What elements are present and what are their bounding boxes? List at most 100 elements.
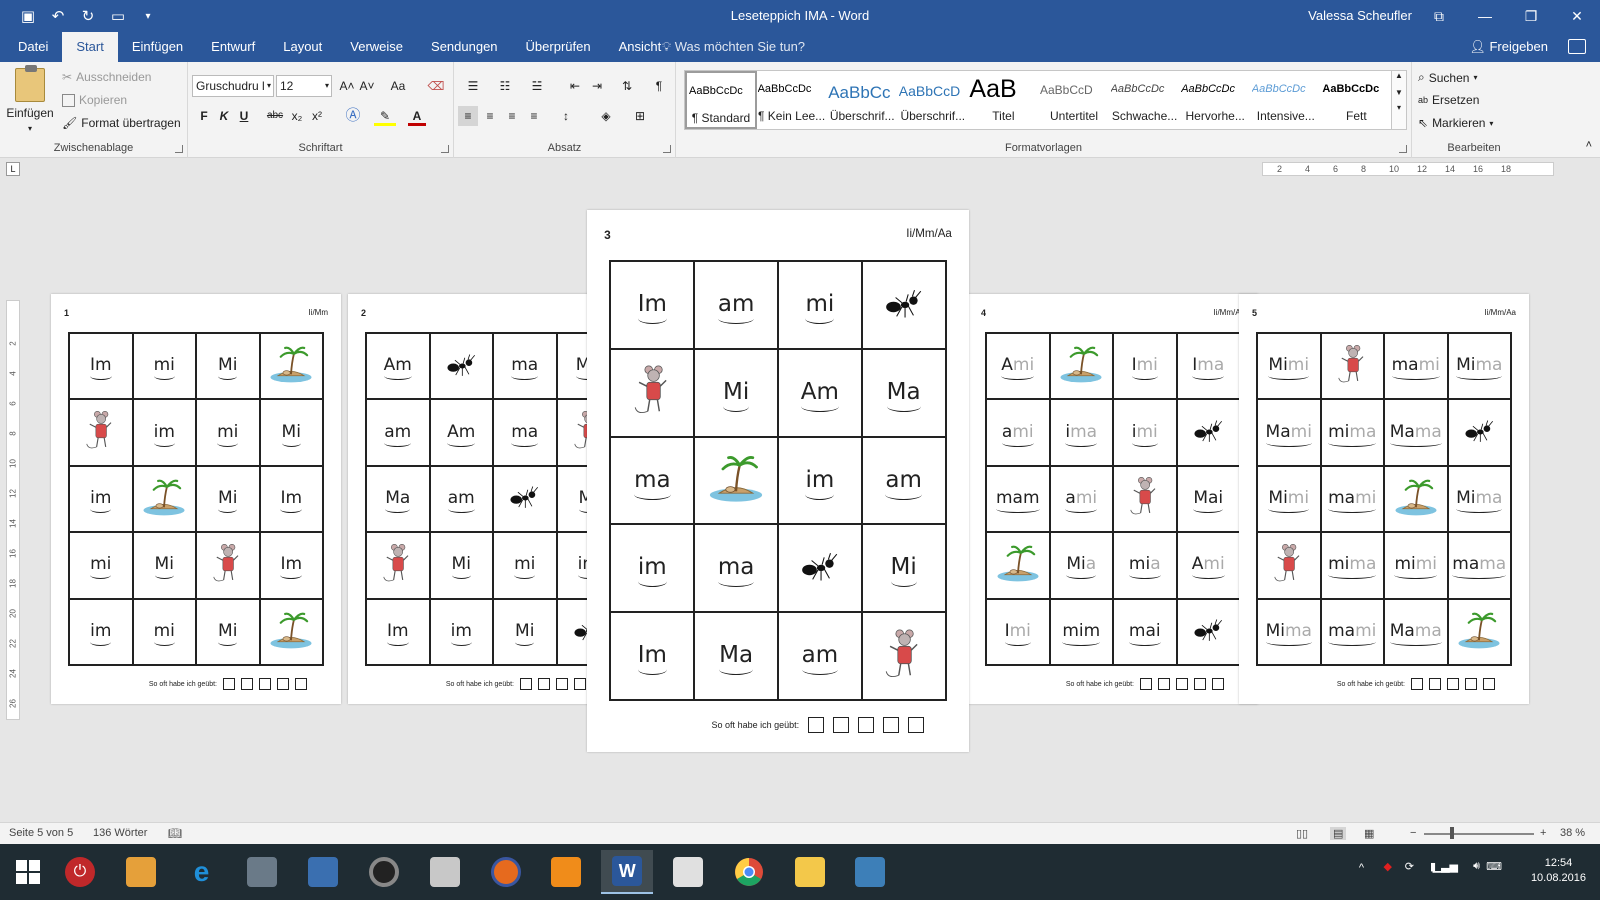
pilcrow-icon[interactable]: ¶	[650, 76, 668, 96]
taskbar-app-paint[interactable]	[419, 850, 471, 894]
copy-button[interactable]: Kopieren	[62, 93, 127, 107]
tab-datei[interactable]: Datei	[4, 32, 62, 62]
ribbon-display-options-icon[interactable]: ⧉	[1416, 0, 1462, 32]
zoom-slider[interactable]	[1424, 833, 1534, 835]
tell-me-search[interactable]: 💡︎ Was möchten Sie tun?	[662, 32, 805, 62]
page-count[interactable]: Seite 5 von 5	[9, 827, 73, 839]
zoom-thumb[interactable]	[1450, 827, 1454, 839]
replace-button[interactable]: ab Ersetzen	[1418, 93, 1479, 107]
align-right-icon[interactable]: ≡	[502, 106, 522, 126]
clear-formatting-icon[interactable]: ⌫	[426, 76, 446, 96]
line-spacing-icon[interactable]: ↕	[554, 106, 578, 126]
grow-font-button[interactable]: A˄	[338, 76, 356, 96]
select-button[interactable]: ⇖ Markieren ▾	[1418, 116, 1493, 130]
taskbar-app-doc-scanner[interactable]	[236, 850, 288, 894]
shading-icon[interactable]: ◈	[594, 106, 618, 126]
font-color-button[interactable]: A	[408, 106, 426, 126]
justify-icon[interactable]: ≡	[524, 106, 544, 126]
taskbar-app-power[interactable]: ⏻	[54, 850, 106, 894]
style-item[interactable]: AaBbCc Überschrif...	[826, 71, 898, 129]
taskbar-app-internet-explorer[interactable]: e	[176, 850, 228, 894]
tab-einfügen[interactable]: Einfügen	[118, 32, 197, 62]
chevron-up-icon[interactable]: ▲	[1392, 71, 1406, 80]
font-size-select[interactable]: 12 ▾	[276, 75, 332, 97]
taskbar-app-calculator[interactable]	[297, 850, 349, 894]
tab-layout[interactable]: Layout	[269, 32, 336, 62]
close-button[interactable]: ✕	[1554, 0, 1600, 32]
taskbar-app-acrobat[interactable]	[662, 850, 714, 894]
italic-button[interactable]: K	[216, 106, 232, 126]
tab-selector[interactable]: L	[6, 162, 20, 176]
text-effects-icon[interactable]: Ⓐ	[342, 106, 364, 126]
taskbar-app-firefox[interactable]	[480, 850, 532, 894]
tab-sendungen[interactable]: Sendungen	[417, 32, 512, 62]
word-count[interactable]: 136 Wörter	[93, 827, 147, 839]
taskbar-app-mail[interactable]	[540, 850, 592, 894]
tab-verweise[interactable]: Verweise	[336, 32, 417, 62]
more-styles-icon[interactable]: ▾	[1392, 103, 1406, 112]
document-page[interactable]: 5 Ii/Mm/Aa Mimi mami Mima Mami mima Mama Mimi mam…	[1239, 294, 1529, 704]
taskbar-app-word[interactable]: W	[601, 850, 654, 894]
gallery-scroll[interactable]: ▲ ▼ ▾	[1391, 70, 1407, 130]
taskbar-app-file-explorer[interactable]	[784, 850, 836, 894]
proofing-icon[interactable]: 📖︎	[168, 827, 182, 840]
sync-tray-icon[interactable]: ⟳	[1405, 860, 1414, 873]
borders-icon[interactable]: ⊞	[628, 106, 652, 126]
document-page[interactable]: 3 Ii/Mm/Aa Im am mi Mi Am Ma ma im am im ma Mi Im Ma am S…	[587, 210, 969, 752]
acrobat-tray-icon[interactable]: ◆	[1384, 860, 1392, 873]
style-item[interactable]: AaBbCcDc Intensive...	[1250, 71, 1322, 129]
decrease-indent-icon[interactable]: ⇤	[566, 76, 584, 96]
vertical-ruler[interactable]: 2 4 6 8 10 12 14 16 18 20 22 24 26	[6, 300, 20, 720]
format-painter-button[interactable]: 🖌︎ Format übertragen	[62, 116, 181, 130]
find-button[interactable]: ⌕ Suchen ▾	[1418, 70, 1477, 85]
zoom-in-button[interactable]: +	[1540, 827, 1546, 839]
collapse-ribbon-icon[interactable]: ˄	[1586, 139, 1592, 151]
align-center-icon[interactable]: ≡	[480, 106, 500, 126]
shrink-font-button[interactable]: A˅	[358, 76, 376, 96]
clock[interactable]: 12:54 10.08.2016	[1531, 856, 1586, 886]
taskbar-app-vlc[interactable]	[115, 850, 167, 894]
increase-indent-icon[interactable]: ⇥	[588, 76, 606, 96]
align-left-icon[interactable]: ≡	[458, 106, 478, 126]
cut-button[interactable]: ✂ Ausschneiden	[62, 70, 151, 84]
taskbar-app-speaker[interactable]	[358, 850, 410, 894]
font-family-select[interactable]: Gruschudru l ▾	[192, 75, 274, 97]
print-layout-icon[interactable]: ▤	[1330, 827, 1347, 840]
style-item[interactable]: AaBbCcDc Fett	[1320, 71, 1392, 129]
underline-button[interactable]: U	[236, 106, 252, 126]
sort-icon[interactable]: ⇅	[618, 76, 636, 96]
paste-button[interactable]: Einfügen ▾	[6, 65, 54, 134]
tab-entwurf[interactable]: Entwurf	[197, 32, 269, 62]
volume-icon[interactable]: 🔊︎	[1473, 860, 1480, 873]
tab-überprüfen[interactable]: Überprüfen	[512, 32, 605, 62]
keyboard-icon[interactable]: ⌨	[1486, 860, 1502, 873]
chevron-down-icon[interactable]: ▼	[1392, 88, 1406, 97]
dialog-launcher-icon[interactable]	[441, 145, 449, 153]
taskbar-app-windows-logo[interactable]	[2, 850, 54, 894]
style-item[interactable]: AaBbCcD Untertitel	[1038, 71, 1110, 129]
comments-icon[interactable]	[1568, 39, 1586, 54]
style-item[interactable]: AaBbCcDc Schwache...	[1109, 71, 1181, 129]
subscript-button[interactable]: x₂	[288, 106, 306, 126]
strikethrough-button[interactable]: abc	[264, 106, 286, 126]
read-mode-icon[interactable]: ▯▯	[1296, 827, 1308, 840]
zoom-level[interactable]: 38 %	[1560, 827, 1585, 839]
dialog-launcher-icon[interactable]	[175, 145, 183, 153]
style-item[interactable]: AaBbCcDc Hervorhe...	[1179, 71, 1251, 129]
taskbar-app-photos[interactable]	[844, 850, 896, 894]
style-item[interactable]: AaBbCcD Überschrif...	[897, 71, 969, 129]
zoom-out-button[interactable]: −	[1410, 827, 1416, 839]
highlight-icon[interactable]: ✎	[374, 106, 396, 126]
minimize-button[interactable]: —	[1462, 0, 1508, 32]
bullets-icon[interactable]: ☰	[460, 76, 486, 96]
superscript-button[interactable]: x²	[308, 106, 326, 126]
taskbar-app-chrome[interactable]	[723, 850, 775, 894]
style-item[interactable]: AaBbCcDc ¶ Kein Lee...	[756, 71, 828, 129]
style-item[interactable]: AaBbCcDc ¶ Standard	[685, 71, 757, 129]
document-page[interactable]: 1 Ii/Mm Im mi Mi im mi Mi im Mi Im mi Mi Im im mi Mi So o…	[51, 294, 341, 704]
share-button[interactable]: 👤︎ Freigeben	[1469, 32, 1548, 62]
tray-expand-icon[interactable]: ^	[1359, 862, 1364, 874]
user-name[interactable]: Valessa Scheufler	[1308, 8, 1412, 23]
multilevel-list-icon[interactable]: ☱	[524, 76, 550, 96]
change-case-button[interactable]: Aa	[384, 76, 412, 96]
